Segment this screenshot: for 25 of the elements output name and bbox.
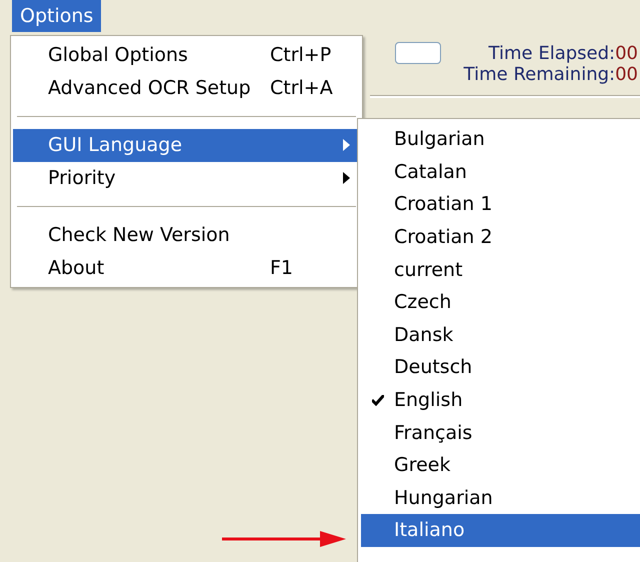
menu-item[interactable]: Dansk <box>361 318 640 352</box>
input-field[interactable] <box>394 42 441 64</box>
menu-item[interactable]: Deutsch <box>361 351 640 384</box>
menu-item[interactable]: Français <box>361 416 640 449</box>
menu-item[interactable]: English <box>361 384 640 416</box>
menu-item[interactable]: current <box>361 253 640 286</box>
menu-item[interactable]: Hungarian <box>361 482 640 514</box>
menu-item[interactable]: Croatian 1 <box>361 188 640 221</box>
menu-item[interactable]: Global Options Ctrl+P <box>13 39 360 72</box>
time-remaining-text: Time Remaining:00 <box>464 64 638 85</box>
menu-item[interactable]: Catalan <box>361 156 640 188</box>
submenu-arrow-icon <box>343 172 350 184</box>
menu-item[interactable]: Greek <box>361 448 640 482</box>
menu-item[interactable]: Priority <box>13 162 360 194</box>
menu-item[interactable]: GUI Language <box>13 129 360 162</box>
menu-item[interactable]: Italiano <box>361 514 640 547</box>
menu-bar-item[interactable]: Options <box>12 0 102 32</box>
menu-item[interactable]: About F1 <box>13 252 360 284</box>
submenu-arrow-icon <box>343 139 350 152</box>
menu-item[interactable]: Croatian 2 <box>361 220 640 254</box>
menu-item[interactable]: Advanced OCR Setup Ctrl+A <box>13 72 360 104</box>
menu-item[interactable]: Check New Version <box>13 219 360 252</box>
menu-item[interactable]: Bulgarian <box>361 123 640 156</box>
time-elapsed-text: Time Elapsed:00 <box>488 42 638 64</box>
menu-item[interactable]: Czech <box>361 286 640 319</box>
